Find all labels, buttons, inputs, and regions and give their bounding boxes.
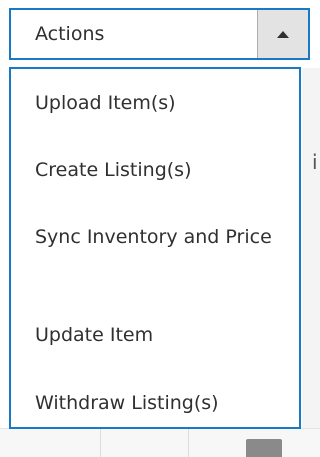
background-tab [246,439,282,457]
grid-column-divider [100,429,101,457]
actions-label: Actions [35,23,105,45]
menu-item-upload-items[interactable]: Upload Item(s) [35,89,289,118]
actions-dropdown-screen: i Actions Upload Item(s) Create Listing(… [0,0,320,457]
background-grid-row [0,428,320,457]
menu-item-update-item[interactable]: Update Item [35,321,289,350]
actions-toggle-button[interactable] [257,10,308,58]
actions-dropdown-menu: Upload Item(s) Create Listing(s) Sync In… [9,67,301,429]
background-panel [302,68,320,448]
actions-select-button[interactable]: Actions [9,8,310,60]
menu-item-sync-inventory-price[interactable]: Sync Inventory and Price [35,223,289,252]
grid-column-divider [188,429,189,457]
menu-item-create-listings[interactable]: Create Listing(s) [35,156,289,185]
menu-item-withdraw-listings[interactable]: Withdraw Listing(s) [35,389,289,418]
background-text-fragment: i [312,150,318,174]
caret-up-icon [277,30,289,38]
